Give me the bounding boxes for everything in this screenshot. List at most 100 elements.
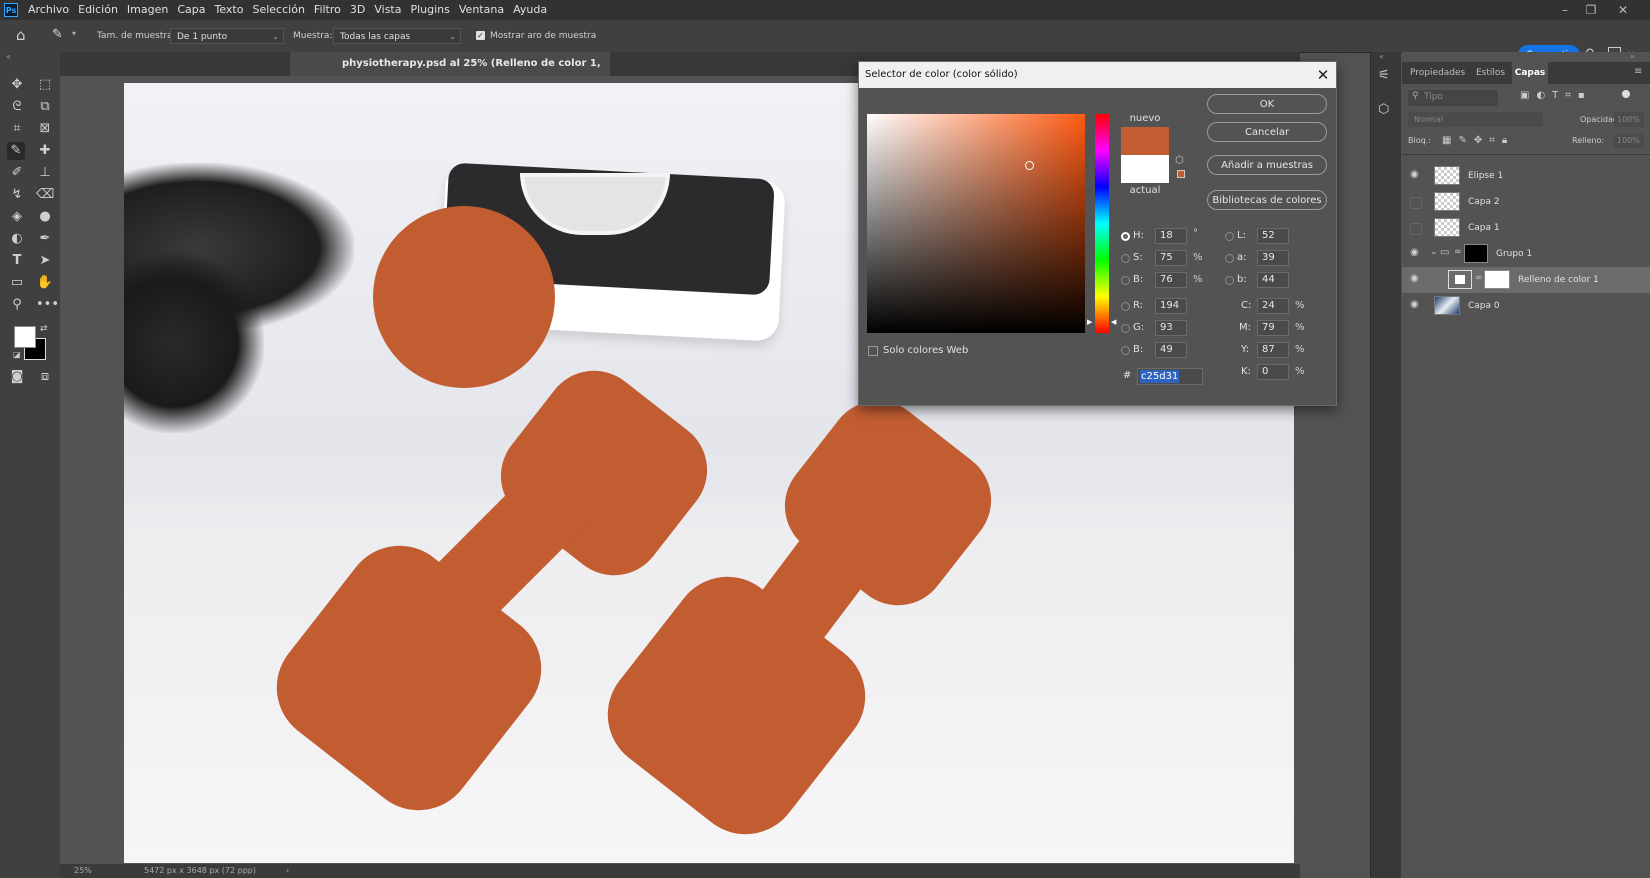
h-radio[interactable] — [1121, 232, 1130, 241]
s-radio[interactable] — [1121, 254, 1130, 263]
b-radio[interactable] — [1121, 276, 1130, 285]
visibility-eye-icon[interactable]: ◉ — [1410, 247, 1419, 258]
crop-tool-icon[interactable]: ⌗ — [8, 120, 26, 138]
h-field[interactable]: 18 — [1155, 228, 1187, 244]
tab-estilos[interactable]: Estilos — [1476, 62, 1505, 84]
move-tool-icon[interactable]: ✥ — [8, 76, 26, 94]
menu-ventana[interactable]: Ventana — [459, 0, 504, 20]
dodge-tool-icon[interactable]: ◐ — [8, 230, 26, 248]
layer-group-row[interactable]: ◉ ⌄ ▭ ∞ Grupo 1 — [1402, 241, 1650, 267]
panel-menu-icon[interactable]: ≡ — [1634, 66, 1642, 77]
opacity-value[interactable]: 100% — [1614, 112, 1644, 127]
layer-filter-input[interactable]: ⚲ Tipo — [1408, 90, 1498, 106]
web-colors-checkbox[interactable] — [868, 346, 878, 356]
c-field[interactable]: 24 — [1257, 298, 1289, 314]
path-select-icon[interactable]: ➤ — [36, 252, 54, 270]
visibility-off-box[interactable] — [1410, 223, 1422, 235]
frame-tool-icon[interactable]: ⊠ — [36, 120, 54, 138]
menu-ayuda[interactable]: Ayuda — [513, 0, 547, 20]
color-cursor[interactable] — [1025, 161, 1034, 170]
ok-button[interactable]: OK — [1207, 94, 1327, 114]
blend-mode-select[interactable]: Normal — [1408, 112, 1543, 127]
stamp-tool-icon[interactable]: ⊥ — [36, 164, 54, 182]
layer-row[interactable]: ◉ Capa 0 — [1402, 293, 1650, 319]
visibility-eye-icon[interactable]: ◉ — [1410, 273, 1419, 284]
g-field[interactable]: 93 — [1155, 320, 1187, 336]
brush-tool-icon[interactable]: ✐ — [8, 164, 26, 182]
history-brush-icon[interactable]: ↯ — [8, 186, 26, 204]
saturation-brightness-field[interactable] — [867, 114, 1085, 333]
restore-icon[interactable]: ❐ — [1578, 0, 1604, 20]
layer-row[interactable]: ◉ Elipse 1 — [1402, 163, 1650, 189]
swap-colors-icon[interactable]: ⇄ — [40, 324, 48, 334]
cancel-button[interactable]: Cancelar — [1207, 122, 1327, 142]
menu-archivo[interactable]: Archivo — [28, 0, 69, 20]
tab-capas[interactable]: Capas — [1512, 62, 1548, 84]
blue-radio[interactable] — [1121, 346, 1130, 355]
visibility-eye-icon[interactable]: ◉ — [1410, 299, 1419, 310]
b-field[interactable]: 76 — [1155, 272, 1187, 288]
panel-collapse-icon[interactable]: » — [1630, 52, 1635, 61]
current-color-swatch[interactable] — [1121, 155, 1169, 183]
marquee-tool-icon[interactable]: ⬚ — [36, 76, 54, 94]
default-colors-icon[interactable]: ◪ — [13, 350, 21, 359]
hand-tool-icon[interactable]: ✋ — [36, 274, 54, 292]
layer-row-selected[interactable]: ◉ ∞ Relleno de color 1 — [1402, 267, 1650, 293]
hue-slider[interactable] — [1095, 114, 1109, 333]
blue-field[interactable]: 49 — [1155, 342, 1187, 358]
a-radio[interactable] — [1225, 254, 1234, 263]
layer-row[interactable]: Capa 2 — [1402, 189, 1650, 215]
more-tools-icon[interactable]: ••• — [36, 296, 59, 314]
sample-size-select[interactable]: De 1 punto ⌄ — [170, 28, 284, 44]
layer-row[interactable]: Capa 1 — [1402, 215, 1650, 241]
k-field[interactable]: 0 — [1257, 364, 1289, 380]
menu-filtro[interactable]: Filtro — [314, 0, 341, 20]
object-select-tool-icon[interactable]: ⧉ — [36, 98, 54, 116]
lab-b-field[interactable]: 44 — [1257, 272, 1289, 288]
hex-field[interactable]: c25d31 — [1137, 368, 1203, 385]
eyedropper-icon[interactable]: ✎ — [52, 27, 63, 42]
adjustments-icon[interactable]: ⚟ — [1378, 68, 1390, 83]
layer-filter-icons[interactable]: ▣◐T⌗▪ — [1520, 90, 1592, 101]
show-ring-checkbox[interactable]: ✓ — [476, 31, 485, 40]
lasso-tool-icon[interactable]: ᘓ — [8, 98, 26, 116]
gamut-cube-icon[interactable]: ⬡ — [1175, 155, 1184, 166]
lab-b-radio[interactable] — [1225, 276, 1234, 285]
menu-capa[interactable]: Capa — [177, 0, 205, 20]
foreground-color-swatch[interactable] — [14, 326, 36, 348]
type-tool-icon[interactable]: T — [8, 252, 26, 270]
color-libraries-button[interactable]: Bibliotecas de colores — [1207, 190, 1327, 210]
rectangle-tool-icon[interactable]: ▭ — [8, 274, 26, 292]
y-field[interactable]: 87 — [1257, 342, 1289, 358]
hue-arrow-left-icon[interactable]: ▶ — [1087, 318, 1092, 326]
minimize-icon[interactable]: – — [1552, 0, 1578, 20]
screen-mode-icon[interactable]: ⧈ — [36, 368, 54, 386]
close-window-icon[interactable]: ✕ — [1610, 0, 1636, 20]
m-field[interactable]: 79 — [1257, 320, 1289, 336]
l-radio[interactable] — [1225, 232, 1234, 241]
healing-tool-icon[interactable]: ✚ — [36, 142, 54, 160]
filter-toggle-icon[interactable] — [1622, 90, 1630, 98]
hue-arrow-right-icon[interactable]: ◀ — [1111, 318, 1116, 326]
menu-imagen[interactable]: Imagen — [127, 0, 168, 20]
s-field[interactable]: 75 — [1155, 250, 1187, 266]
a-field[interactable]: 39 — [1257, 250, 1289, 266]
web-safe-swatch[interactable] — [1177, 170, 1185, 178]
expand-icon[interactable]: « — [1379, 52, 1384, 61]
tool-preset-chevron-icon[interactable]: ▾ — [72, 29, 76, 38]
menu-plugins[interactable]: Plugins — [410, 0, 449, 20]
close-icon[interactable]: ✕ — [1313, 62, 1333, 88]
group-expand-chevron-icon[interactable]: ⌄ — [1430, 247, 1438, 257]
collapse-icon[interactable]: « — [6, 52, 11, 61]
eraser-tool-icon[interactable]: ⌫ — [36, 186, 54, 204]
g-radio[interactable] — [1121, 324, 1130, 333]
visibility-off-box[interactable] — [1410, 197, 1422, 209]
status-chevron-icon[interactable]: › — [286, 864, 289, 878]
fill-value[interactable]: 100% — [1614, 134, 1644, 148]
pen-tool-icon[interactable]: ✒ — [36, 230, 54, 248]
r-field[interactable]: 194 — [1155, 298, 1187, 314]
home-icon[interactable]: ⌂ — [16, 26, 26, 44]
blur-tool-icon[interactable]: ● — [36, 208, 54, 226]
eyedropper-tool-icon[interactable]: ✎ — [7, 142, 25, 160]
zoom-level[interactable]: 25% — [74, 864, 92, 878]
